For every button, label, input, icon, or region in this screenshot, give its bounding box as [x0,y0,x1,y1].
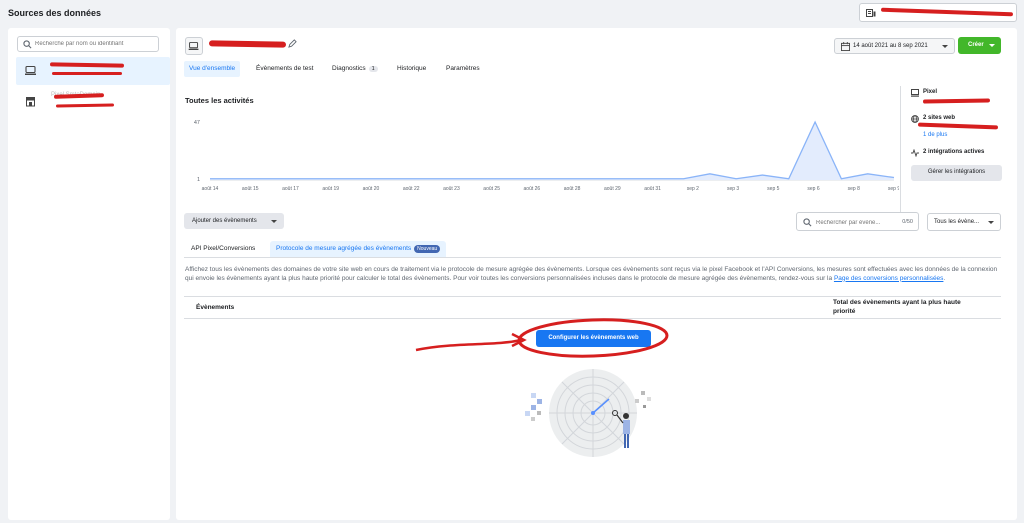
search-icon [23,40,32,49]
tab-diagnostics[interactable]: Diagnostics 1 [332,61,378,77]
calendar-icon [841,42,850,51]
activity-chart: 1 47 août 14 août 15 août 17 août 19 août 20 ao… [194,120,899,192]
x-tick-label: août 29 [604,186,621,192]
series-area [210,122,894,180]
pixel-monitor-icon [25,65,36,75]
x-tick-label: sep 9 [888,186,899,192]
globe-icon [911,115,919,123]
subtab-aem-label: Protocole de mesure agrégée des évènemen… [276,245,412,252]
aem-description-end: . [943,274,946,282]
data-sources-sidebar: Pixel SmtoDomain [8,28,170,520]
create-button[interactable]: Créer [958,37,1001,54]
chevron-down-icon [271,220,277,223]
x-tick-label: août 17 [282,186,299,192]
x-tick-label: août 25 [483,186,500,192]
page-title: Sources des données [8,8,102,18]
column-header-total: Total des évènements ayant la plus haute… [833,299,961,315]
sidebar-item-pixel-1[interactable] [16,57,170,85]
tab-history[interactable]: Historique [397,61,426,77]
redacted-source-name [53,93,105,99]
y-tick-label: 1 [197,177,200,183]
events-search-count: 0/50 [902,219,913,225]
pixel-info-panel: Pixel 2 sites web 1 de plus 2 intégratio… [900,86,1012,218]
source-search-input[interactable] [35,39,155,49]
x-tick-label: sep 6 [807,186,819,192]
manage-integrations-button[interactable]: Gérer les intégrations [911,165,1002,181]
pixel-monitor-icon [911,89,919,97]
integrations-label: 2 intégrations actives [923,149,985,155]
x-tick-label: août 31 [644,186,661,192]
column-header-events: Évènements [196,304,235,311]
top-bar: Sources des données [0,0,1024,26]
table-divider [184,296,1001,297]
activity-title: Toutes les activités [185,96,254,105]
events-search-box[interactable]: 0/50 [796,212,919,231]
websites-label: 2 sites web [923,115,956,121]
pixel-monitor-icon [188,41,199,50]
redacted-pixel-name [208,40,287,48]
store-icon [26,97,35,107]
annotation-arrowhead [511,332,527,348]
x-tick-label: sep 8 [848,186,860,192]
date-range-label: 14 août 2021 au 8 sep 2021 [853,43,928,49]
events-filter-dropdown[interactable]: Tous les évène... [927,213,1001,231]
chevron-down-icon [942,45,948,48]
subtab-pixel-conversions-api[interactable]: API Pixel/Conversions [185,241,261,257]
x-tick-label: août 19 [322,186,339,192]
x-tick-label: sep 2 [687,186,699,192]
business-account-selector[interactable] [859,3,1017,22]
x-tick-label: sep 5 [767,186,779,192]
pixel-label: Pixel [923,89,938,95]
more-websites-link[interactable]: 1 de plus [923,132,947,138]
annotation-arrow [415,338,522,352]
source-search-box[interactable] [17,36,159,52]
tab-diagnostics-label: Diagnostics [332,65,366,72]
main-panel: 14 août 2021 au 8 sep 2021 Créer Vue d'e… [176,28,1017,520]
sidebar-item-pixel-2[interactable]: Pixel SmtoDomain [16,88,170,116]
configure-web-events-button[interactable]: Configurer les évènements web [536,330,651,347]
radar-graphic [549,369,637,457]
business-icon [866,9,876,17]
series-line [210,120,895,180]
pixel-avatar [185,37,203,55]
tab-test-events[interactable]: Évènements de test [256,61,313,77]
add-events-label: Ajouter des évènements [192,218,257,224]
diagnostics-count-badge: 1 [368,66,378,72]
redacted-source-name [49,62,125,68]
tab-settings[interactable]: Paramètres [446,61,480,77]
redacted-source-id [55,103,115,108]
subtabs-divider [184,257,1001,258]
events-filter-label: Tous les évène... [934,219,980,225]
chevron-down-icon [988,221,994,224]
table-divider [184,318,1001,319]
x-tick-label: août 20 [363,186,380,192]
x-tick-label: août 22 [403,186,420,192]
add-events-button[interactable]: Ajouter des évènements [184,213,284,229]
search-icon [803,218,812,227]
tab-overview[interactable]: Vue d'ensemble [184,61,241,77]
redacted-source-id [52,72,122,75]
custom-conversions-link[interactable]: Page des conversions personnalisées [834,275,943,282]
redacted-pixel-id [922,98,991,104]
events-search-input[interactable] [816,218,894,227]
create-button-label: Créer [968,42,984,48]
x-tick-label: août 28 [564,186,581,192]
subtab-aggregated-event-measurement[interactable]: Protocole de mesure agrégée des évènemen… [270,241,447,257]
y-tick-label: 47 [194,120,200,126]
chevron-down-icon [989,44,995,47]
new-badge: Nouveau [414,245,441,253]
edit-pencil-icon[interactable] [288,39,297,48]
aem-description: Affichez tous les évènements des domaine… [185,266,1005,283]
radar-illustration [525,369,651,457]
x-tick-label: août 23 [443,186,460,192]
activity-pulse-icon [911,149,919,157]
redacted-website [917,122,999,130]
redacted-account-name [880,7,1014,17]
x-tick-label: août 15 [242,186,259,192]
date-range-picker[interactable]: 14 août 2021 au 8 sep 2021 [834,38,955,54]
x-tick-label: août 14 [202,186,219,192]
x-tick-label: août 26 [524,186,541,192]
x-tick-label: sep 3 [727,186,739,192]
